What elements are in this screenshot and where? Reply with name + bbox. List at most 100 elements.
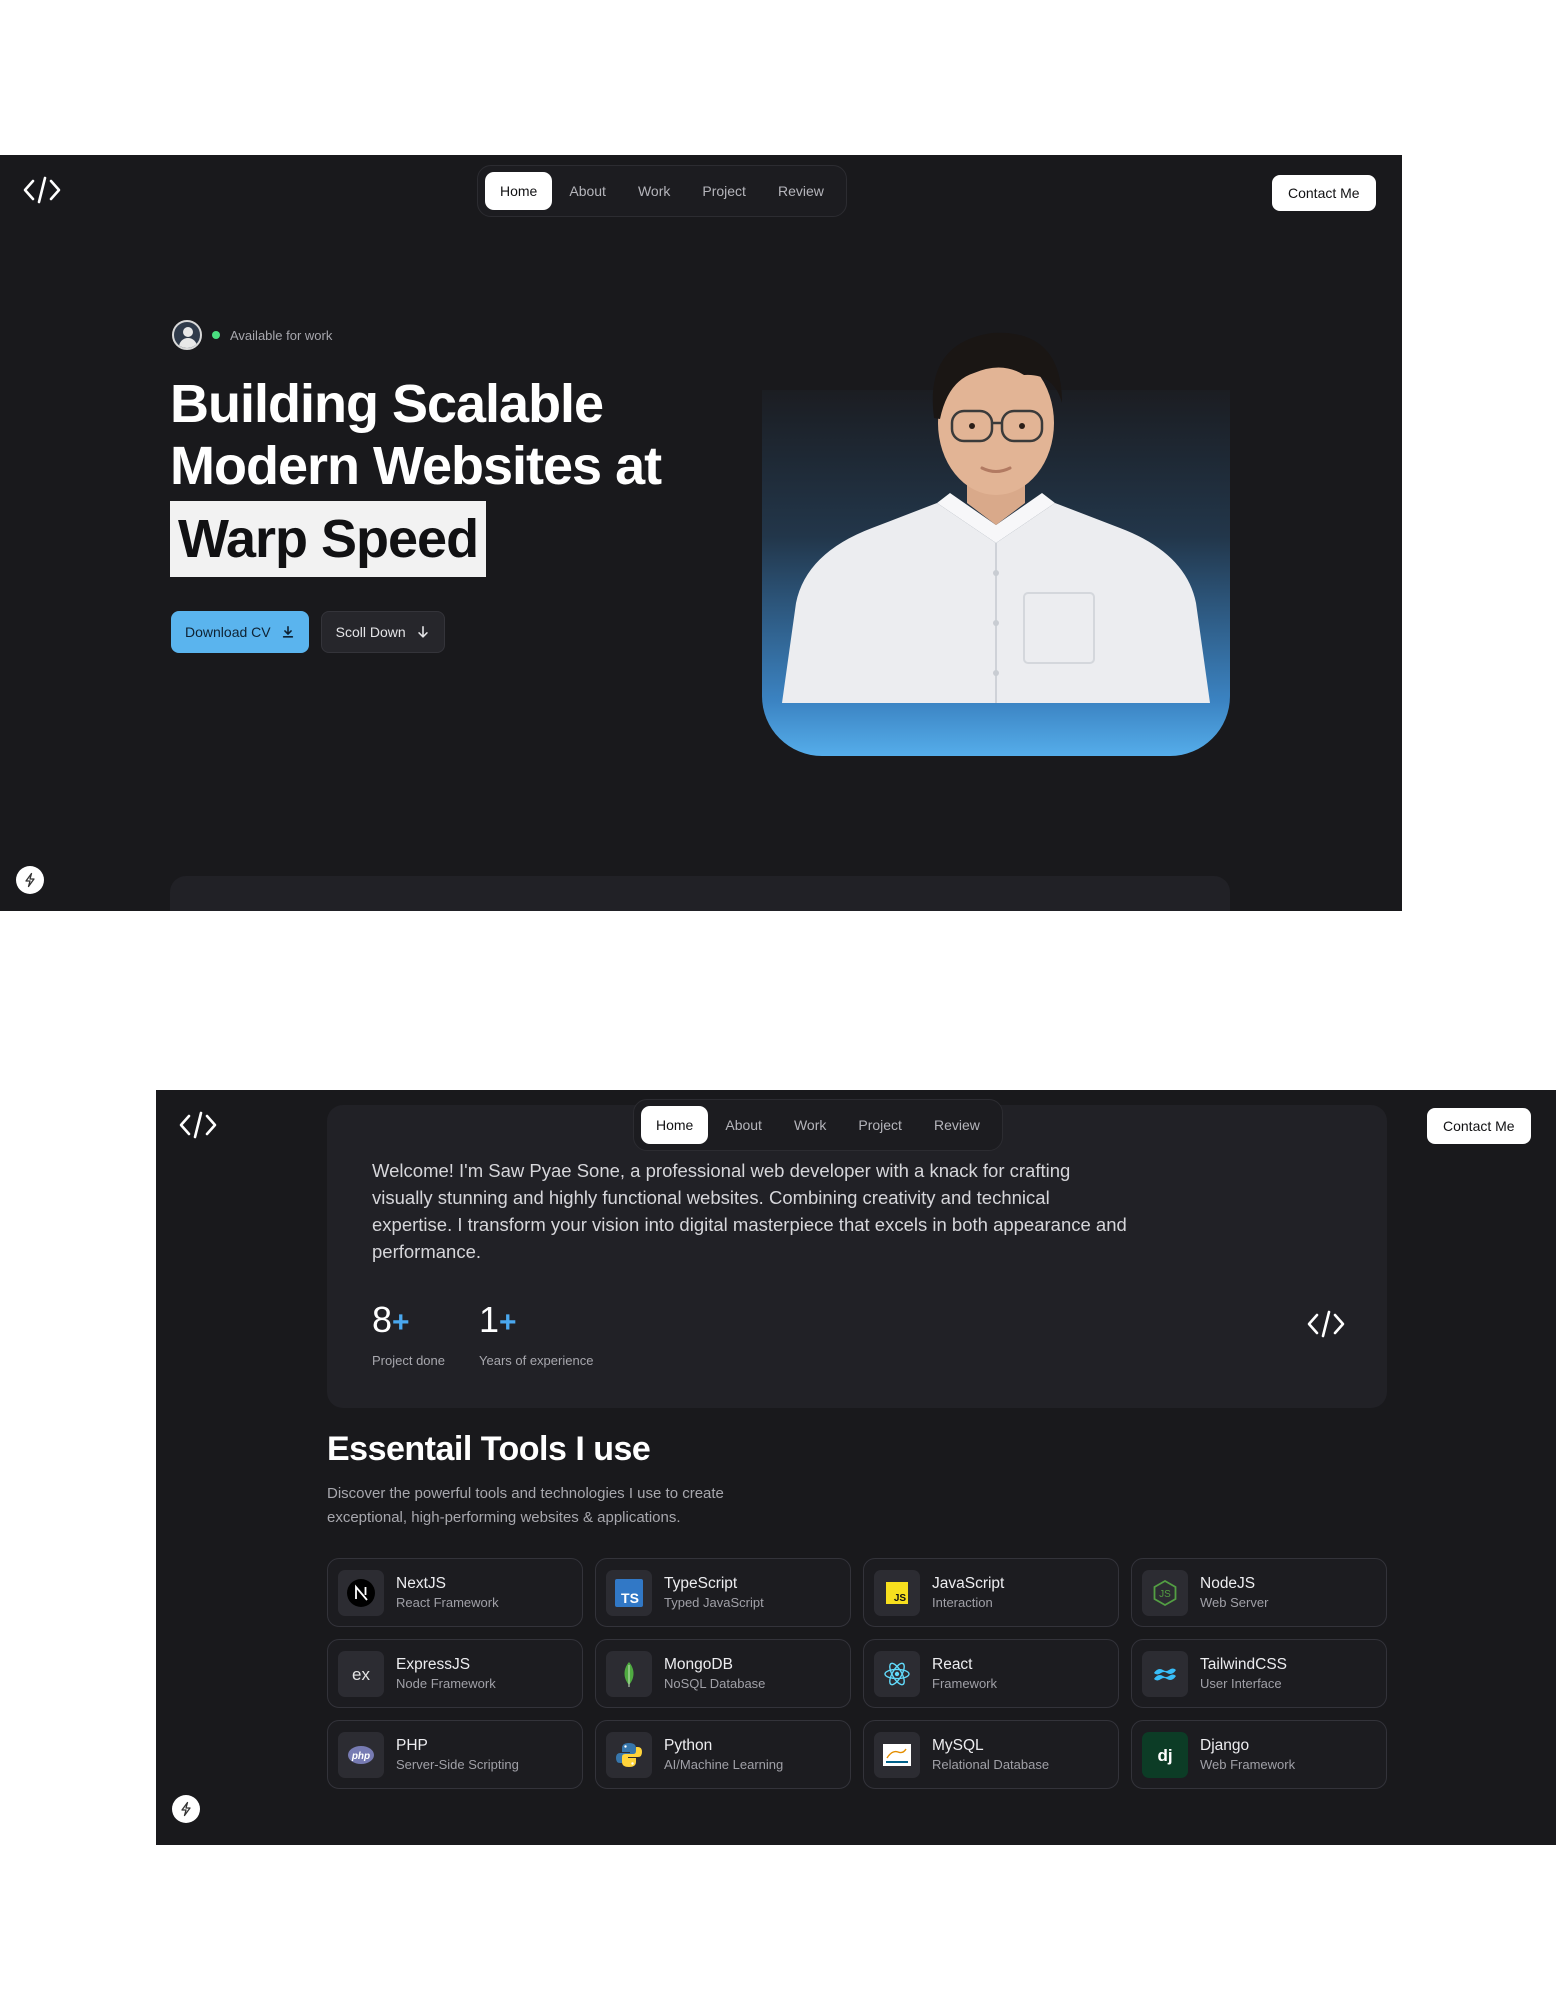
tool-card-php[interactable]: php PHP Server-Side Scripting xyxy=(327,1720,583,1789)
tool-card-mongodb[interactable]: MongoDB NoSQL Database xyxy=(595,1639,851,1708)
stat-projects-plus: + xyxy=(392,1306,410,1339)
about-screenshot: Welcome! I'm Saw Pyae Sone, a profession… xyxy=(156,1090,1556,1845)
nav-project[interactable]: Project xyxy=(843,1106,917,1144)
tool-name: TypeScript xyxy=(664,1574,738,1592)
nav-home[interactable]: Home xyxy=(641,1106,709,1144)
nav-review[interactable]: Review xyxy=(763,172,839,210)
bolt-icon xyxy=(25,872,35,888)
hero-actions: Download CV Scoll Down xyxy=(171,611,445,653)
avatar xyxy=(172,320,202,350)
mongodb-icon xyxy=(606,1650,652,1697)
headline-line-1: Building Scalable xyxy=(170,374,604,434)
headline-highlight: Warp Speed xyxy=(170,501,487,577)
code-logo-icon xyxy=(1306,1309,1346,1339)
tool-name: TailwindCSS xyxy=(1200,1655,1288,1673)
tools-section-title: Essentail Tools I use xyxy=(327,1430,651,1468)
stat-projects-value: 8 xyxy=(372,1299,393,1340)
nav-project[interactable]: Project xyxy=(687,172,761,210)
quick-action-bolt-button[interactable] xyxy=(172,1795,200,1823)
tools-section-description: Discover the powerful tools and technolo… xyxy=(327,1485,724,1526)
nav-about[interactable]: About xyxy=(710,1106,777,1144)
tool-card-typescript[interactable]: TS TypeScript Typed JavaScript xyxy=(595,1558,851,1627)
main-nav: Home About Work Project Review xyxy=(477,165,847,217)
tools-grid: NextJS React Framework TS TypeScript Typed… xyxy=(327,1558,1388,1789)
tailwindcss-icon xyxy=(1142,1650,1188,1697)
tool-card-tailwindcss[interactable]: TailwindCSS User Interface xyxy=(1131,1639,1387,1708)
stat-projects-label: Project done xyxy=(372,1353,445,1368)
tool-name: PHP xyxy=(396,1736,428,1754)
nav-work[interactable]: Work xyxy=(623,172,685,210)
status-text: Available for work xyxy=(230,327,333,343)
tool-subtitle: Web Server xyxy=(1200,1594,1269,1610)
python-icon xyxy=(606,1731,652,1778)
about-intro-text: Welcome! I'm Saw Pyae Sone, a profession… xyxy=(372,1160,1127,1262)
nav-home[interactable]: Home xyxy=(485,172,553,210)
tool-subtitle: Web Framework xyxy=(1200,1756,1296,1772)
svg-text:TS: TS xyxy=(621,1590,639,1606)
svg-text:dj: dj xyxy=(1157,1746,1172,1765)
tool-subtitle: AI/Machine Learning xyxy=(664,1756,784,1772)
contact-me-button[interactable]: Contact Me xyxy=(1427,1108,1531,1144)
tool-card-nextjs[interactable]: NextJS React Framework xyxy=(327,1558,583,1627)
tool-card-expressjs[interactable]: ex ExpressJS Node Framework xyxy=(327,1639,583,1708)
react-icon xyxy=(874,1650,920,1697)
download-icon xyxy=(282,625,293,638)
tool-subtitle: Framework xyxy=(932,1675,998,1691)
code-logo-icon[interactable] xyxy=(22,175,62,205)
mysql-icon xyxy=(874,1731,920,1778)
hero-screenshot: Home About Work Project Review Contact M… xyxy=(0,155,1402,911)
headline-line-2: Modern Websites at xyxy=(170,436,662,496)
stat-experience-value: 1 xyxy=(479,1299,500,1340)
code-logo-icon[interactable] xyxy=(178,1110,218,1140)
arrow-down-icon xyxy=(417,625,428,638)
tool-card-django[interactable]: dj Django Web Framework xyxy=(1131,1720,1387,1789)
stat-experience-label: Years of experience xyxy=(479,1353,594,1368)
tool-name: NodeJS xyxy=(1200,1574,1256,1592)
tool-name: React xyxy=(932,1655,973,1673)
tool-name: MySQL xyxy=(932,1736,984,1754)
nav-review[interactable]: Review xyxy=(919,1106,995,1144)
django-icon: dj xyxy=(1142,1731,1188,1778)
tool-subtitle: NoSQL Database xyxy=(664,1675,766,1691)
nav-about[interactable]: About xyxy=(554,172,621,210)
stat-projects: 8+ Project done xyxy=(372,1299,445,1369)
javascript-icon: JS xyxy=(874,1569,920,1616)
tool-name: Python xyxy=(664,1736,713,1754)
svg-text:ex: ex xyxy=(352,1665,370,1684)
svg-text:JS: JS xyxy=(894,1593,907,1604)
about-card-preview xyxy=(170,876,1230,911)
tool-card-nodejs[interactable]: JS NodeJS Web Server xyxy=(1131,1558,1387,1627)
svg-text:php: php xyxy=(351,1751,370,1762)
tool-card-mysql[interactable]: MySQL Relational Database xyxy=(863,1720,1119,1789)
stat-experience-plus: + xyxy=(499,1306,517,1339)
tool-subtitle: Server-Side Scripting xyxy=(396,1756,519,1772)
tool-subtitle: Typed JavaScript xyxy=(664,1594,764,1610)
main-nav: Home About Work Project Review xyxy=(633,1099,1003,1151)
scroll-down-button[interactable]: Scoll Down xyxy=(320,611,445,653)
bolt-icon xyxy=(181,1801,191,1817)
expressjs-icon: ex xyxy=(338,1650,384,1697)
tool-name: JavaScript xyxy=(932,1574,1005,1592)
tool-name: NextJS xyxy=(396,1574,446,1592)
php-icon: php xyxy=(338,1731,384,1778)
tool-card-python[interactable]: Python AI/Machine Learning xyxy=(595,1720,851,1789)
tool-name: ExpressJS xyxy=(396,1655,471,1673)
tool-card-javascript[interactable]: JS JavaScript Interaction xyxy=(863,1558,1119,1627)
typescript-icon: TS xyxy=(606,1569,652,1616)
profile-photo xyxy=(762,303,1230,703)
tool-subtitle: User Interface xyxy=(1200,1675,1282,1691)
tool-name: MongoDB xyxy=(664,1655,733,1673)
hero-headline: Building Scalable Modern Websites at War… xyxy=(170,373,730,577)
availability-status: Available for work xyxy=(172,320,332,350)
contact-me-button[interactable]: Contact Me xyxy=(1272,175,1376,211)
quick-action-bolt-button[interactable] xyxy=(16,866,44,894)
download-cv-label: Download CV xyxy=(185,624,271,640)
nodejs-icon: JS xyxy=(1142,1569,1188,1616)
nav-work[interactable]: Work xyxy=(779,1106,841,1144)
tool-card-react[interactable]: React Framework xyxy=(863,1639,1119,1708)
tool-subtitle: Relational Database xyxy=(932,1756,1050,1772)
tool-name: Django xyxy=(1200,1736,1250,1754)
tool-subtitle: Interaction xyxy=(932,1594,993,1610)
stat-experience: 1+ Years of experience xyxy=(479,1299,594,1369)
download-cv-button[interactable]: Download CV xyxy=(171,611,309,653)
